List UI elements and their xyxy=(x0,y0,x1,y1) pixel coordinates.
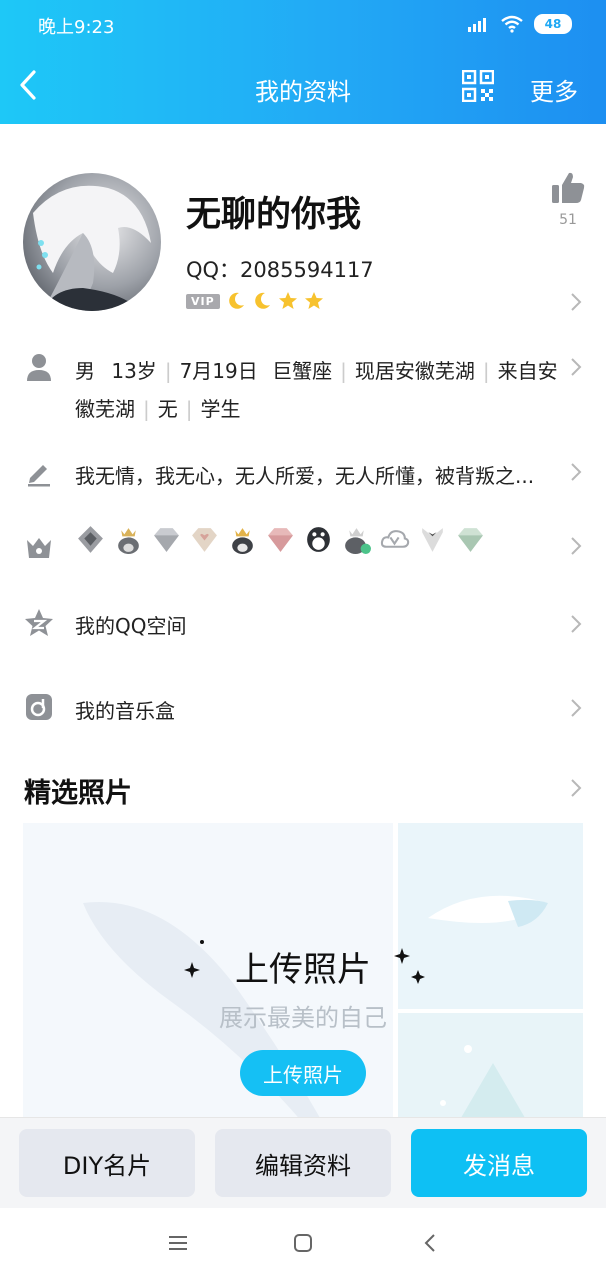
status-time: 晚上9:23 xyxy=(38,17,115,38)
wifi-icon xyxy=(501,15,523,33)
location: 现居安徽芜湖 xyxy=(354,359,475,383)
upload-photo-button[interactable]: 上传照片 xyxy=(240,1050,366,1096)
diamond-icon xyxy=(268,528,293,552)
edit-profile-button[interactable]: 编辑资料 xyxy=(215,1129,391,1197)
penguin-icon xyxy=(307,527,330,552)
age: 13岁 xyxy=(111,359,157,383)
chevron-right-icon[interactable] xyxy=(569,462,583,482)
medal-wall[interactable] xyxy=(75,524,486,555)
like-button[interactable]: 51 xyxy=(548,170,588,228)
diy-card-button[interactable]: DIY名片 xyxy=(19,1129,195,1197)
chevron-right-icon[interactable] xyxy=(569,614,583,634)
person-icon xyxy=(27,354,51,381)
qzone-star-icon xyxy=(25,609,53,636)
chevron-right-icon[interactable] xyxy=(569,536,583,556)
music-box-icon xyxy=(26,694,52,720)
moon-icon xyxy=(254,292,270,309)
qq-number: QQ：2085594117 xyxy=(186,258,374,282)
diamond-heart-icon xyxy=(192,528,217,552)
send-message-button[interactable]: 发消息 xyxy=(411,1129,587,1197)
tuxedo-icon xyxy=(422,528,443,552)
qzone-link[interactable]: 我的QQ空间 xyxy=(75,610,186,639)
avatar[interactable] xyxy=(23,173,161,311)
home-icon[interactable] xyxy=(293,1233,313,1253)
like-count: 51 xyxy=(559,212,577,228)
company: 无 xyxy=(157,397,178,421)
diamond-icon xyxy=(458,528,483,552)
profile-info[interactable]: 男 13岁 | 7月19日 巨蟹座 | 现居安徽芜湖 | 来自安徽芜湖 | 无 | 学生 xyxy=(75,352,565,428)
chevron-right-icon[interactable] xyxy=(569,698,583,718)
gender: 男 xyxy=(75,359,95,383)
system-nav-bar xyxy=(0,1208,606,1280)
pencil-icon xyxy=(28,465,50,487)
page-title: 我的资料 xyxy=(255,78,351,106)
penguin-crown-icon xyxy=(232,528,253,554)
chevron-right-icon[interactable] xyxy=(569,778,583,798)
vip-badge: VIP xyxy=(186,293,220,309)
zodiac: 巨蟹座 xyxy=(272,359,333,383)
star-icon xyxy=(304,292,323,309)
penguin-crown-icon xyxy=(118,528,139,554)
nickname: 无聊的你我 xyxy=(186,195,362,235)
qr-code-icon[interactable] xyxy=(462,70,494,102)
photos-section-title: 精选照片 xyxy=(24,778,132,809)
signal-icon xyxy=(468,18,486,32)
diamond-icon xyxy=(154,528,179,552)
occupation: 学生 xyxy=(200,397,241,421)
menu-icon[interactable] xyxy=(168,1234,188,1252)
cloud-v-icon xyxy=(380,530,410,548)
thumbs-up-icon xyxy=(552,172,585,203)
avatar-image xyxy=(33,185,151,311)
upload-photo-subtitle: 展示最美的自己 xyxy=(219,1004,387,1032)
medal-icon xyxy=(78,526,103,553)
music-box-link[interactable]: 我的音乐盒 xyxy=(75,695,175,724)
chevron-right-icon[interactable] xyxy=(569,292,583,312)
battery-icon: 48 xyxy=(534,14,572,34)
chevron-right-icon[interactable] xyxy=(569,357,583,377)
status-icons: 48 xyxy=(468,14,572,34)
level-badges[interactable]: VIP xyxy=(186,291,324,311)
header-bar: 晚上9:23 48 我的资料 更多 xyxy=(0,0,606,124)
upload-photo-title: 上传照片 xyxy=(235,950,371,990)
back-nav-icon[interactable] xyxy=(422,1232,438,1254)
penguin-crown-icon xyxy=(345,528,371,554)
moon-icon xyxy=(228,292,244,309)
action-bar: DIY名片 编辑资料 发消息 xyxy=(0,1117,606,1209)
crown-icon xyxy=(27,538,51,558)
more-button[interactable]: 更多 xyxy=(530,72,578,107)
birthday: 7月19日 xyxy=(179,359,258,383)
star-icon xyxy=(278,292,297,309)
signature[interactable]: 我无情，我无心，无人所爱，无人所懂，被背叛之... xyxy=(75,460,565,489)
